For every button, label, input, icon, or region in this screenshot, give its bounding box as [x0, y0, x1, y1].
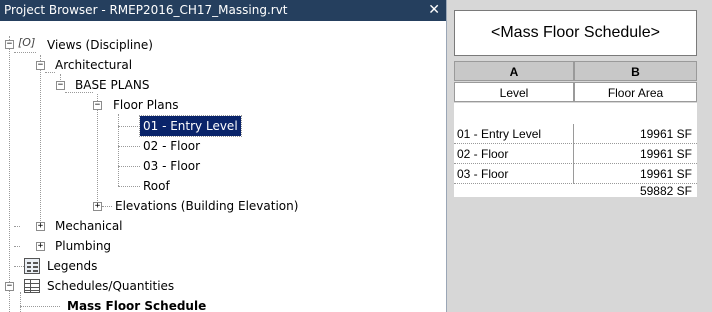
- column-a-header[interactable]: A: [454, 61, 574, 81]
- project-tree: − [O] Views (Discipline) − Architectural…: [0, 22, 446, 312]
- tree-connector: [118, 186, 140, 187]
- tree-item-label: Schedules/Quantities: [47, 279, 175, 293]
- tree-item-label: Roof: [143, 179, 170, 193]
- tree-item-label: Floor Plans: [113, 98, 179, 112]
- close-icon[interactable]: ✕: [428, 0, 440, 21]
- tree-connector: [97, 94, 98, 207]
- tree-item-floor-02[interactable]: 02 - Floor: [140, 136, 203, 156]
- total-row: 59882 SF: [454, 181, 697, 201]
- schedule-view: <Mass Floor Schedule> A B Level Floor Ar…: [447, 0, 712, 312]
- tree-item-label: Architectural: [55, 58, 133, 72]
- tree-connector: [20, 292, 21, 312]
- tree-connector: [118, 166, 140, 167]
- floor-area-column-header[interactable]: Floor Area: [574, 82, 697, 102]
- tree-connector: [14, 246, 20, 247]
- collapse-floor-plans-toggle[interactable]: −: [93, 101, 102, 110]
- expand-plumbing-toggle[interactable]: +: [36, 242, 45, 251]
- schedule-body: 01 - Entry Level 19961 SF 02 - Floor 199…: [454, 103, 697, 198]
- tree-item-label: Mass Floor Schedule: [67, 299, 207, 312]
- tree-connector: [118, 114, 119, 186]
- tree-connector: [40, 55, 41, 231]
- tree-item-roof[interactable]: Roof: [140, 176, 173, 196]
- schedule-icon: [24, 279, 40, 293]
- tree-item-plumbing[interactable]: Plumbing: [52, 236, 114, 256]
- column-b-header[interactable]: B: [574, 61, 697, 81]
- tree-item-legends[interactable]: Legends: [44, 256, 100, 276]
- tree-connector: [14, 266, 24, 267]
- collapse-architectural-toggle[interactable]: −: [36, 61, 45, 70]
- tree-item-floor-plans[interactable]: Floor Plans: [110, 95, 181, 115]
- collapse-views-toggle[interactable]: −: [5, 40, 14, 49]
- tree-item-label: BASE PLANS: [75, 78, 150, 92]
- tree-connector: [9, 36, 10, 312]
- level-cell[interactable]: 01 - Entry Level: [454, 124, 574, 144]
- tree-item-label: Mechanical: [55, 219, 123, 233]
- tree-item-schedules[interactable]: Schedules/Quantities: [44, 276, 177, 296]
- expand-elevations-toggle[interactable]: +: [93, 202, 102, 211]
- tree-connector: [20, 306, 60, 307]
- tree-item-floor-03[interactable]: 03 - Floor: [140, 156, 203, 176]
- tree-item-label: Views (Discipline): [47, 38, 153, 52]
- table-row[interactable]: 01 - Entry Level 19961 SF: [454, 124, 697, 144]
- tree-connector: [118, 146, 140, 147]
- schedule-title: <Mass Floor Schedule>: [454, 10, 697, 56]
- collapse-base-plans-toggle[interactable]: −: [56, 81, 65, 90]
- tree-item-label: 01 - Entry Level: [139, 115, 242, 137]
- tree-item-base-plans[interactable]: BASE PLANS: [72, 75, 152, 95]
- tree-item-architectural[interactable]: Architectural: [52, 55, 135, 75]
- project-browser-panel: Project Browser - RMEP2016_CH17_Massing.…: [0, 0, 447, 312]
- table-row[interactable]: 02 - Floor 19961 SF: [454, 144, 697, 164]
- column-letter-header: A B: [454, 61, 697, 81]
- tree-item-label: 02 - Floor: [143, 139, 201, 153]
- collapse-schedules-toggle[interactable]: −: [5, 282, 14, 291]
- views-icon: [O]: [18, 36, 36, 49]
- expand-mechanical-toggle[interactable]: +: [36, 222, 45, 231]
- tree-item-mechanical[interactable]: Mechanical: [52, 216, 126, 236]
- tree-item-elevations[interactable]: Elevations (Building Elevation): [112, 196, 301, 216]
- tree-item-label: 03 - Floor: [143, 159, 201, 173]
- tree-item-entry-level[interactable]: 01 - Entry Level: [139, 115, 242, 137]
- column-name-header: Level Floor Area: [454, 82, 697, 102]
- floor-area-cell[interactable]: 19961 SF: [574, 144, 697, 164]
- level-column-header[interactable]: Level: [454, 82, 574, 102]
- tree-connector: [102, 206, 112, 207]
- tree-connector: [118, 126, 140, 127]
- project-browser-title: Project Browser - RMEP2016_CH17_Massing.…: [4, 3, 288, 17]
- legend-icon: [24, 258, 40, 274]
- tree-connector: [14, 52, 36, 53]
- tree-item-label: Legends: [47, 259, 98, 273]
- project-browser-titlebar: Project Browser - RMEP2016_CH17_Massing.…: [0, 0, 446, 21]
- tree-connector: [14, 226, 20, 227]
- floor-area-cell[interactable]: 19961 SF: [574, 124, 697, 144]
- level-cell[interactable]: 02 - Floor: [454, 144, 574, 164]
- tree-item-label: Plumbing: [55, 239, 112, 253]
- floor-area-total: 59882 SF: [639, 184, 692, 198]
- tree-item-views[interactable]: Views (Discipline): [44, 35, 156, 55]
- tree-item-label: Elevations (Building Elevation): [115, 199, 299, 213]
- tree-item-mass-floor-schedule[interactable]: Mass Floor Schedule: [64, 296, 209, 312]
